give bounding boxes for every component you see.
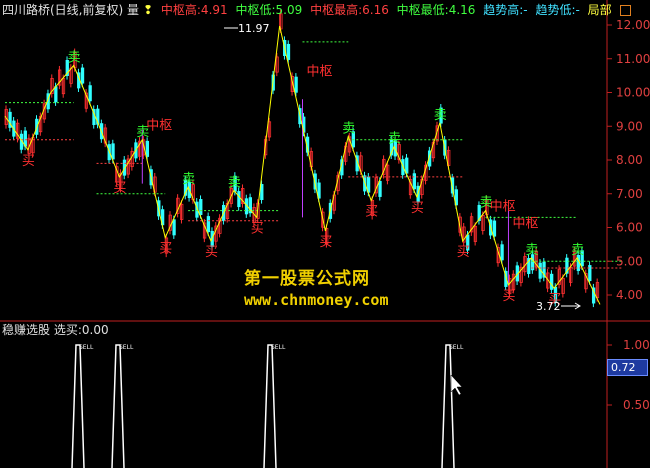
price-axis: 12.00 11.00 10.00 9.00 8.00 7.00 6.00 5.00 4.00 [607,18,650,302]
indicator-tick-label: 1.00 [623,338,650,352]
price-tick-label: 4.00 [616,288,643,302]
zs-marker: 中枢 [146,119,172,134]
buy-marker: 买 [502,289,515,304]
peak-price-label: 11.97 [238,22,270,35]
signal-label: SELL [119,344,134,351]
sell-marker: 卖 [571,243,584,258]
signal-label: SELL [271,344,286,351]
candle-body [294,76,298,93]
trough-price-label: 3.72 [536,300,561,313]
candlestick-series [4,9,600,308]
stock-title: 四川路桥(日线,前复权) 量 [2,3,139,17]
sell-marker: 卖 [182,172,195,187]
buy-marker: 买 [319,235,332,250]
buy-marker: 买 [113,181,126,196]
zs-marker: 中枢 [512,217,538,232]
signal-series: SELL SELL SELL SELL [71,344,464,468]
price-tick-label: 11.00 [616,52,650,66]
zs-marker: 中枢 [307,65,333,80]
trend-high: 趋势高:- [483,3,528,17]
candle-body [286,43,291,60]
signal-spike [441,344,455,468]
candle-body [492,220,497,237]
signal-label: SELL [449,344,464,351]
price-tick-label: 12.00 [616,18,650,32]
price-tick-label: 7.00 [616,187,643,201]
candle-body [145,140,150,157]
sell-marker: 卖 [525,243,538,258]
candle-body [550,273,554,290]
buy-marker: 买 [411,201,424,216]
candle-body [206,216,211,233]
sell-marker: 卖 [228,175,241,190]
indicator-header: 稳赚选股 选买:0.00 [2,323,109,337]
indicator-chart[interactable]: SELL SELL SELL SELL 1.00 0.50 [0,322,650,468]
candle-body [172,219,176,236]
zs-min: 中枢最低:4.16 [396,3,476,17]
candle-body [80,67,85,84]
candle-body [405,157,409,174]
indicator-name: 稳赚选股 [2,323,51,337]
buy-marker: 买 [159,242,172,257]
buy-marker: 买 [251,221,264,236]
candle-body [23,130,27,147]
trend-low: 趋势低:- [535,3,580,17]
signal-label: SELL [79,344,94,351]
zs-marker: 中枢 [490,200,516,215]
sell-marker: 卖 [342,121,355,136]
sell-marker: 卖 [388,132,401,147]
candle-body [500,244,504,261]
watermark-url: www.chnmoney.com [244,291,389,309]
cursor-value-label: 0.72 [607,359,648,376]
candle-body [54,86,58,103]
zs-max: 中枢最高:6.16 [310,3,389,17]
buy-marker: 买 [365,205,378,220]
candle-body [88,85,92,102]
buy-marker: 买 [205,245,218,260]
sell-marker: 卖 [434,108,447,123]
price-tick-label: 10.00 [616,86,650,100]
candle-body [378,180,382,197]
candle-body [260,184,264,201]
price-tick-label: 8.00 [616,153,643,167]
alert-icon: ❢ [143,3,154,17]
candle-body [199,199,203,216]
zs-low: 中枢低:5.09 [235,3,303,17]
mouse-cursor-icon [450,374,463,396]
candle-body [111,143,115,160]
toggle-box-icon[interactable] [620,5,631,16]
buy-marker: 买 [22,154,35,169]
zs-high: 中枢高:4.91 [160,3,228,17]
price-tick-label: 9.00 [616,119,643,133]
price-tick-label: 6.00 [616,221,643,235]
indicator-value: 选买:0.00 [53,323,109,337]
signal-spike [111,344,125,468]
candle-body [237,191,241,208]
indicator-tick-label: 0.50 [623,398,650,412]
candle-body [412,173,417,190]
local-label: 局部 [587,3,612,17]
price-tick-label: 5.00 [616,254,643,268]
buy-marker: 买 [457,245,470,260]
signal-spike [71,344,85,468]
signal-spike [263,344,277,468]
chart-header: 四川路桥(日线,前复权) 量 ❢ 中枢高:4.91 中枢低:5.09 中枢最高:6… [2,2,616,18]
watermark-title: 第一股票公式网 [244,269,370,289]
sell-marker: 卖 [68,51,81,66]
